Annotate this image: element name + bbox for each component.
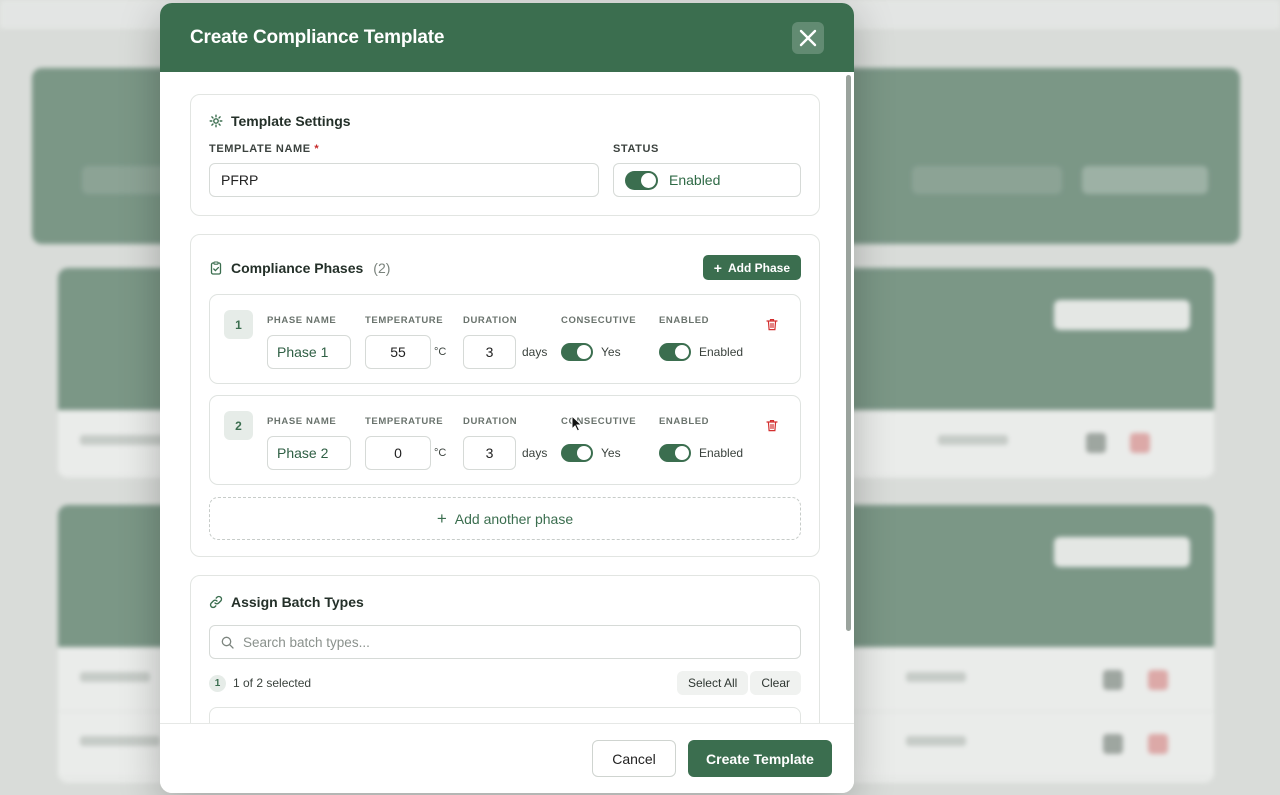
consecutive-value: Yes (601, 446, 621, 460)
phase-count: (2) (373, 259, 391, 276)
template-name-field: TEMPLATE NAME * PFRP (209, 143, 599, 197)
phase-name-input[interactable]: Phase 1 (267, 335, 351, 369)
status-toggle[interactable] (625, 170, 658, 190)
modal-title: Create Compliance Template (190, 26, 445, 48)
selected-count-badge: 1 (209, 674, 226, 692)
enabled-value: Enabled (699, 446, 744, 460)
modal-body: Template Settings TEMPLATE NAME * PFRP S… (160, 72, 854, 723)
status-label: STATUS (613, 143, 659, 155)
status-field: STATUS Enabled (613, 143, 801, 197)
batch-search-input[interactable]: Search batch types... (209, 625, 801, 659)
plus-icon: + (436, 509, 447, 528)
add-phase-label: Add Phase (727, 260, 790, 275)
section-title: Assign Batch Types (231, 594, 364, 610)
settings-gear-icon (209, 114, 223, 128)
enabled-label: ENABLED (659, 315, 710, 326)
add-another-phase-button[interactable]: + Add another phase (209, 497, 801, 540)
search-icon (221, 636, 234, 649)
phase-number: 2 (224, 411, 253, 440)
trash-icon (766, 319, 778, 331)
temperature-input[interactable]: 55 (365, 335, 431, 369)
required-mark: * (314, 143, 320, 155)
create-template-button[interactable]: Create Template (688, 740, 832, 777)
cancel-button[interactable]: Cancel (592, 740, 676, 777)
duration-input[interactable]: 3 (463, 335, 516, 369)
close-button[interactable] (792, 21, 824, 54)
close-icon (799, 29, 817, 46)
modal-header: Create Compliance Template (160, 3, 854, 72)
section-title: Compliance Phases (231, 259, 364, 276)
compliance-phases-heading: Compliance Phases (2) (209, 260, 390, 276)
modal-footer: Cancel Create Template (160, 723, 854, 793)
plus-icon: + (713, 259, 722, 276)
duration-input[interactable]: 3 (463, 436, 516, 470)
modal-scrollbar[interactable] (846, 75, 851, 631)
duration-unit: days (522, 446, 548, 460)
template-name-label: TEMPLATE NAME * (209, 143, 320, 155)
temperature-label: TEMPERATURE (365, 416, 444, 427)
add-phase-button[interactable]: + Add Phase (702, 255, 801, 280)
phase-name-label: PHASE NAME (267, 315, 337, 326)
enabled-label: ENABLED (659, 416, 710, 427)
phase-card: 2 PHASE NAME Phase 2 TEMPERATURE 0 °C DU… (209, 395, 801, 485)
phase-name-label: PHASE NAME (267, 416, 337, 427)
create-template-modal: Create Compliance Template Template Sett… (160, 3, 854, 793)
delete-phase-button[interactable] (766, 419, 778, 437)
compliance-phases-section: Compliance Phases (2) + Add Phase 1 PHAS… (190, 234, 820, 557)
template-settings-section: Template Settings TEMPLATE NAME * PFRP S… (190, 94, 820, 216)
selection-row: 1 1 of 2 selected Select All Clear (209, 671, 801, 695)
batch-type-list (209, 707, 801, 723)
consecutive-label: CONSECUTIVE (561, 315, 637, 326)
background-tab (1082, 166, 1208, 194)
consecutive-value: Yes (601, 345, 621, 359)
phase-card: 1 PHASE NAME Phase 1 TEMPERATURE 55 °C D… (209, 294, 801, 384)
enabled-value: Enabled (699, 345, 744, 359)
phase-name-input[interactable]: Phase 2 (267, 436, 351, 470)
temperature-label: TEMPERATURE (365, 315, 444, 326)
batch-types-section: Assign Batch Types Search batch types...… (190, 575, 820, 723)
enabled-toggle[interactable] (659, 343, 691, 361)
clear-button[interactable]: Clear (750, 671, 801, 695)
duration-label: DURATION (463, 315, 518, 326)
selected-count-text: 1 of 2 selected (233, 676, 312, 690)
phase-number: 1 (224, 310, 253, 339)
add-another-label: Add another phase (454, 510, 574, 527)
consecutive-toggle[interactable] (561, 444, 593, 462)
batch-types-heading: Assign Batch Types (209, 594, 801, 610)
status-value: Enabled (669, 172, 721, 188)
template-settings-heading: Template Settings (209, 113, 801, 129)
search-placeholder: Search batch types... (243, 634, 370, 650)
consecutive-toggle[interactable] (561, 343, 593, 361)
link-icon (209, 595, 223, 609)
section-title: Template Settings (231, 113, 351, 129)
trash-icon (766, 420, 778, 432)
status-control: Enabled (613, 163, 801, 197)
temperature-unit: °C (434, 346, 447, 358)
temperature-input[interactable]: 0 (365, 436, 431, 470)
background-tab (912, 166, 1062, 194)
delete-phase-button[interactable] (766, 318, 778, 336)
mouse-cursor-icon (571, 415, 583, 432)
temperature-unit: °C (434, 447, 447, 459)
template-name-input[interactable]: PFRP (209, 163, 599, 197)
duration-unit: days (522, 345, 548, 359)
duration-label: DURATION (463, 416, 518, 427)
clipboard-check-icon (209, 260, 223, 275)
enabled-toggle[interactable] (659, 444, 691, 462)
select-all-button[interactable]: Select All (676, 671, 749, 695)
